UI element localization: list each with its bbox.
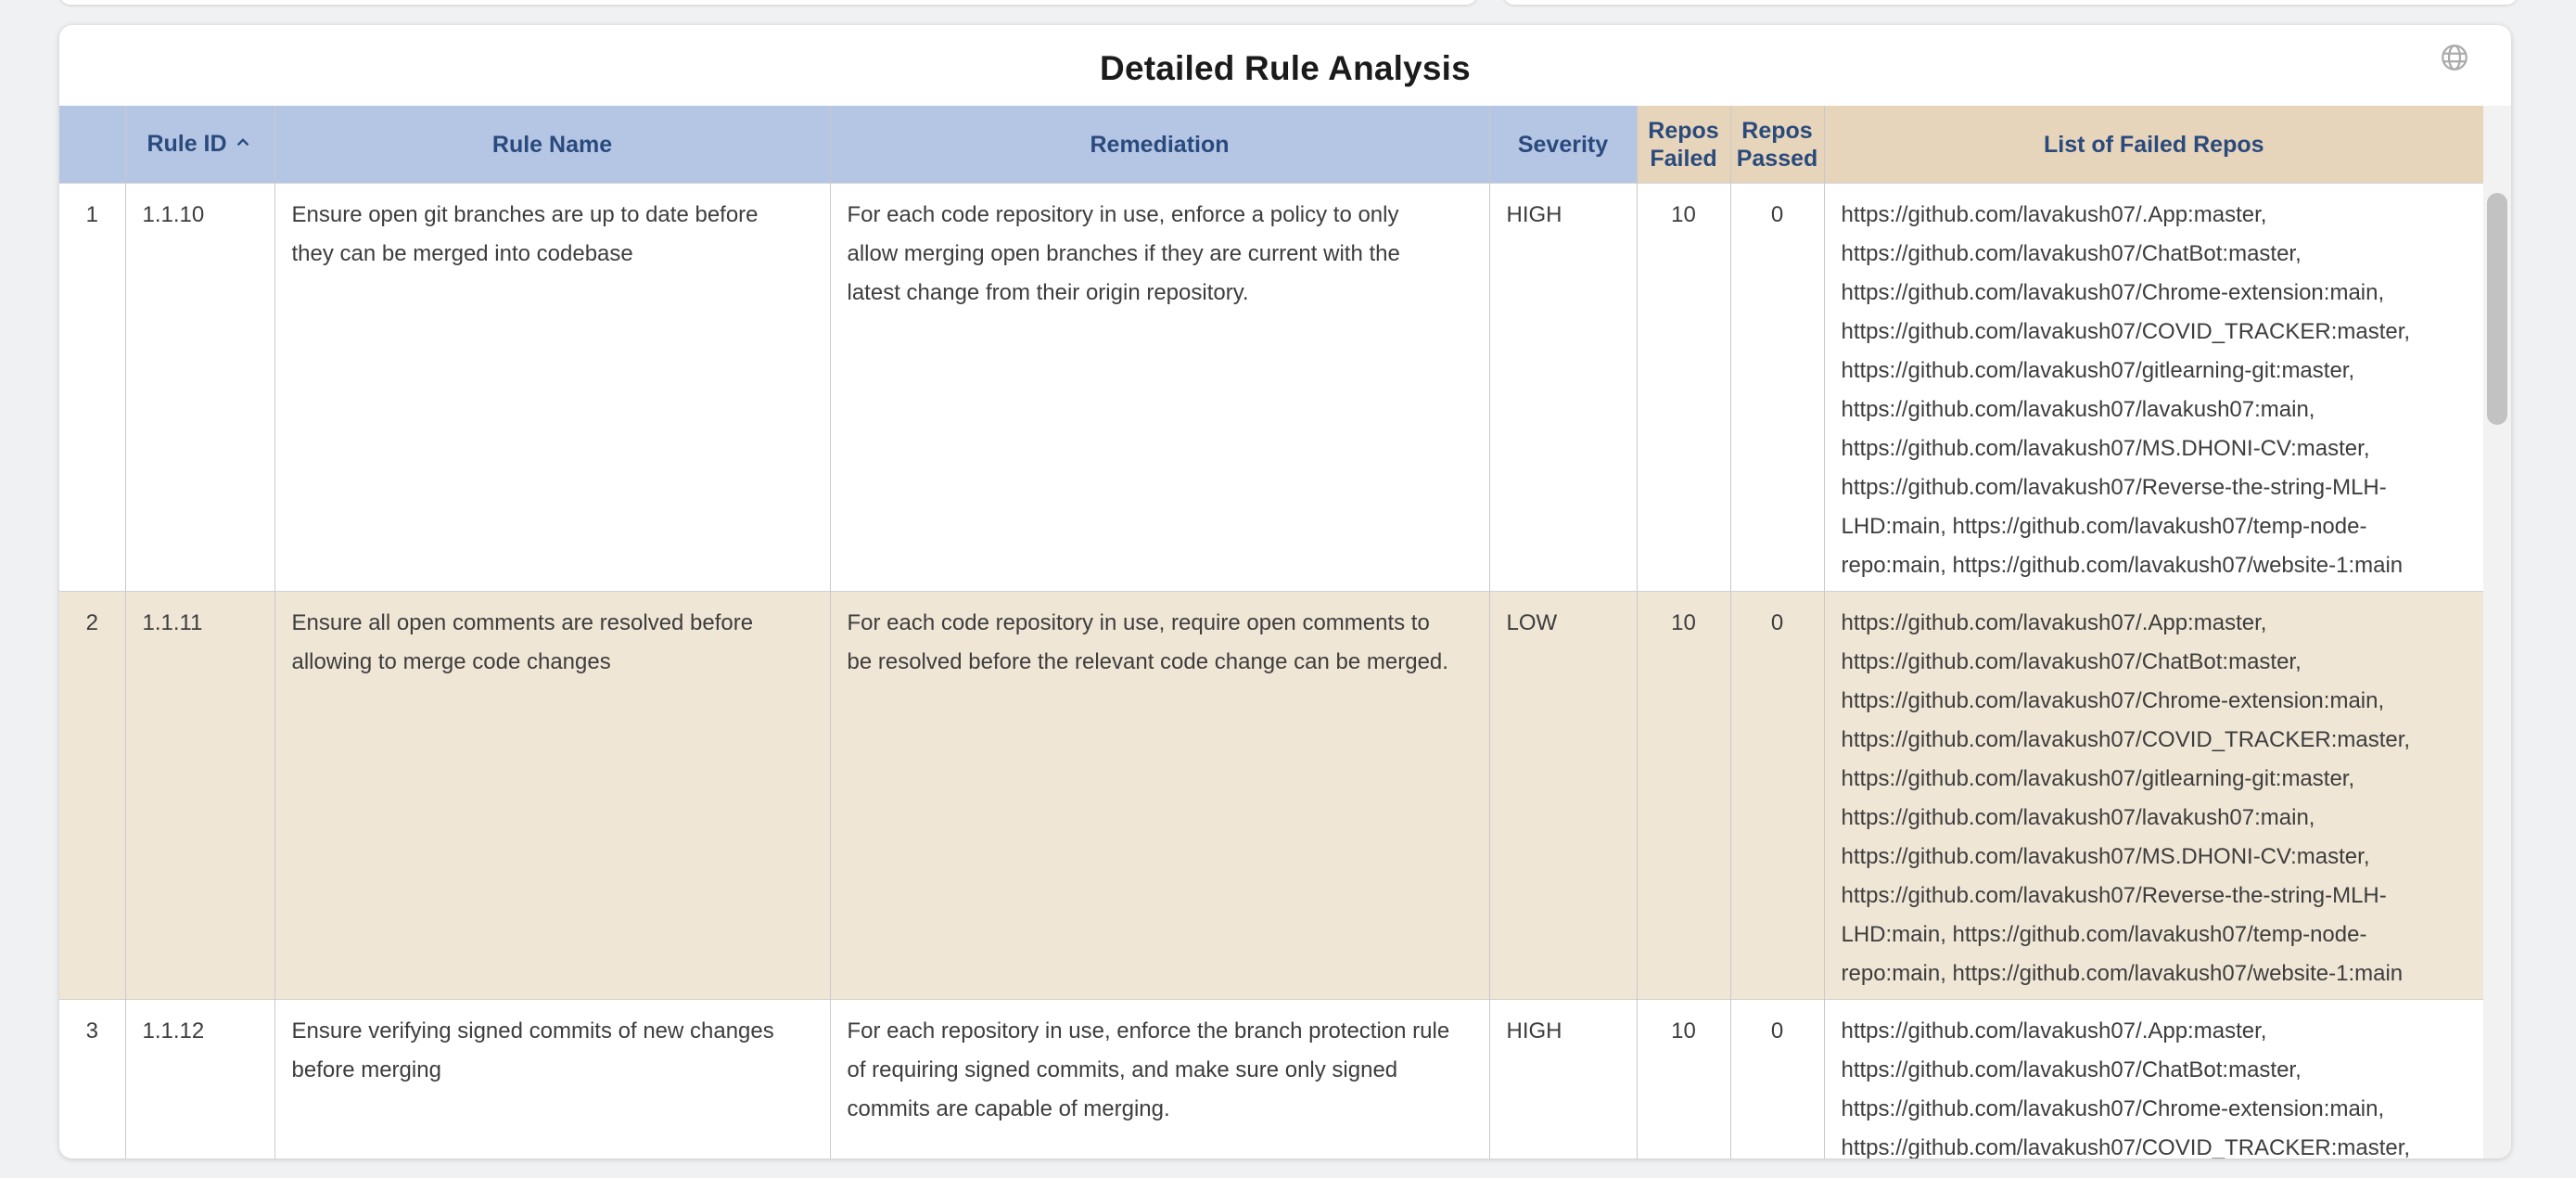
scrollbar-thumb[interactable]	[2487, 193, 2507, 425]
table-row: 2 1.1.11 Ensure all open comments are re…	[59, 592, 2483, 1000]
severity-cell: HIGH	[1489, 184, 1637, 592]
severity-cell: LOW	[1489, 592, 1637, 1000]
column-header-rule-id[interactable]: Rule ID	[125, 106, 274, 184]
rule-analysis-table: Rule ID Rule Name Remediation Severity R…	[59, 106, 2483, 1159]
table-row: 3 1.1.12 Ensure verifying signed commits…	[59, 1000, 2483, 1159]
column-header-rule-id-label: Rule ID	[147, 131, 226, 157]
remediation-cell: For each code repository in use, require…	[830, 592, 1489, 1000]
sort-asc-icon	[233, 132, 253, 160]
detailed-rule-analysis-card: Detailed Rule Analysis	[59, 25, 2511, 1159]
rule-name-cell: Ensure all open comments are resolved be…	[274, 592, 830, 1000]
column-header-repos-passed[interactable]: Repos Passed	[1730, 106, 1824, 184]
rule-name-cell: Ensure open git branches are up to date …	[274, 184, 830, 592]
repos-passed-cell: 0	[1730, 184, 1824, 592]
globe-icon[interactable]	[2439, 42, 2470, 73]
remediation-cell: For each repository in use, enforce the …	[830, 1000, 1489, 1159]
column-header-failed-repos[interactable]: List of Failed Repos	[1824, 106, 2483, 184]
failed-repos-cell: https://github.com/lavakush07/.App:maste…	[1824, 592, 2483, 1000]
severity-cell: HIGH	[1489, 1000, 1637, 1159]
failed-repos-cell: https://github.com/lavakush07/.App:maste…	[1824, 1000, 2483, 1159]
rule-id-cell: 1.1.12	[125, 1000, 274, 1159]
column-header-index	[59, 106, 125, 184]
table-row: 1 1.1.10 Ensure open git branches are up…	[59, 184, 2483, 592]
column-header-rule-name[interactable]: Rule Name	[274, 106, 830, 184]
row-index: 2	[59, 592, 125, 1000]
column-header-severity[interactable]: Severity	[1489, 106, 1637, 184]
upper-card-left-edge	[59, 0, 1477, 5]
table-scrollbar[interactable]	[2483, 106, 2511, 1159]
column-header-remediation[interactable]: Remediation	[830, 106, 1489, 184]
table-header-row: Rule ID Rule Name Remediation Severity R…	[59, 106, 2483, 184]
upper-card-right-edge	[1503, 0, 2518, 5]
repos-passed-cell: 0	[1730, 592, 1824, 1000]
repos-failed-cell: 10	[1637, 1000, 1730, 1159]
rule-id-cell: 1.1.10	[125, 184, 274, 592]
repos-failed-cell: 10	[1637, 184, 1730, 592]
page-title: Detailed Rule Analysis	[59, 49, 2511, 88]
row-index: 1	[59, 184, 125, 592]
repos-failed-cell: 10	[1637, 592, 1730, 1000]
failed-repos-cell: https://github.com/lavakush07/.App:maste…	[1824, 184, 2483, 592]
column-header-repos-failed[interactable]: Repos Failed	[1637, 106, 1730, 184]
rule-name-cell: Ensure verifying signed commits of new c…	[274, 1000, 830, 1159]
row-index: 3	[59, 1000, 125, 1159]
remediation-cell: For each code repository in use, enforce…	[830, 184, 1489, 592]
repos-passed-cell: 0	[1730, 1000, 1824, 1159]
rule-id-cell: 1.1.11	[125, 592, 274, 1000]
